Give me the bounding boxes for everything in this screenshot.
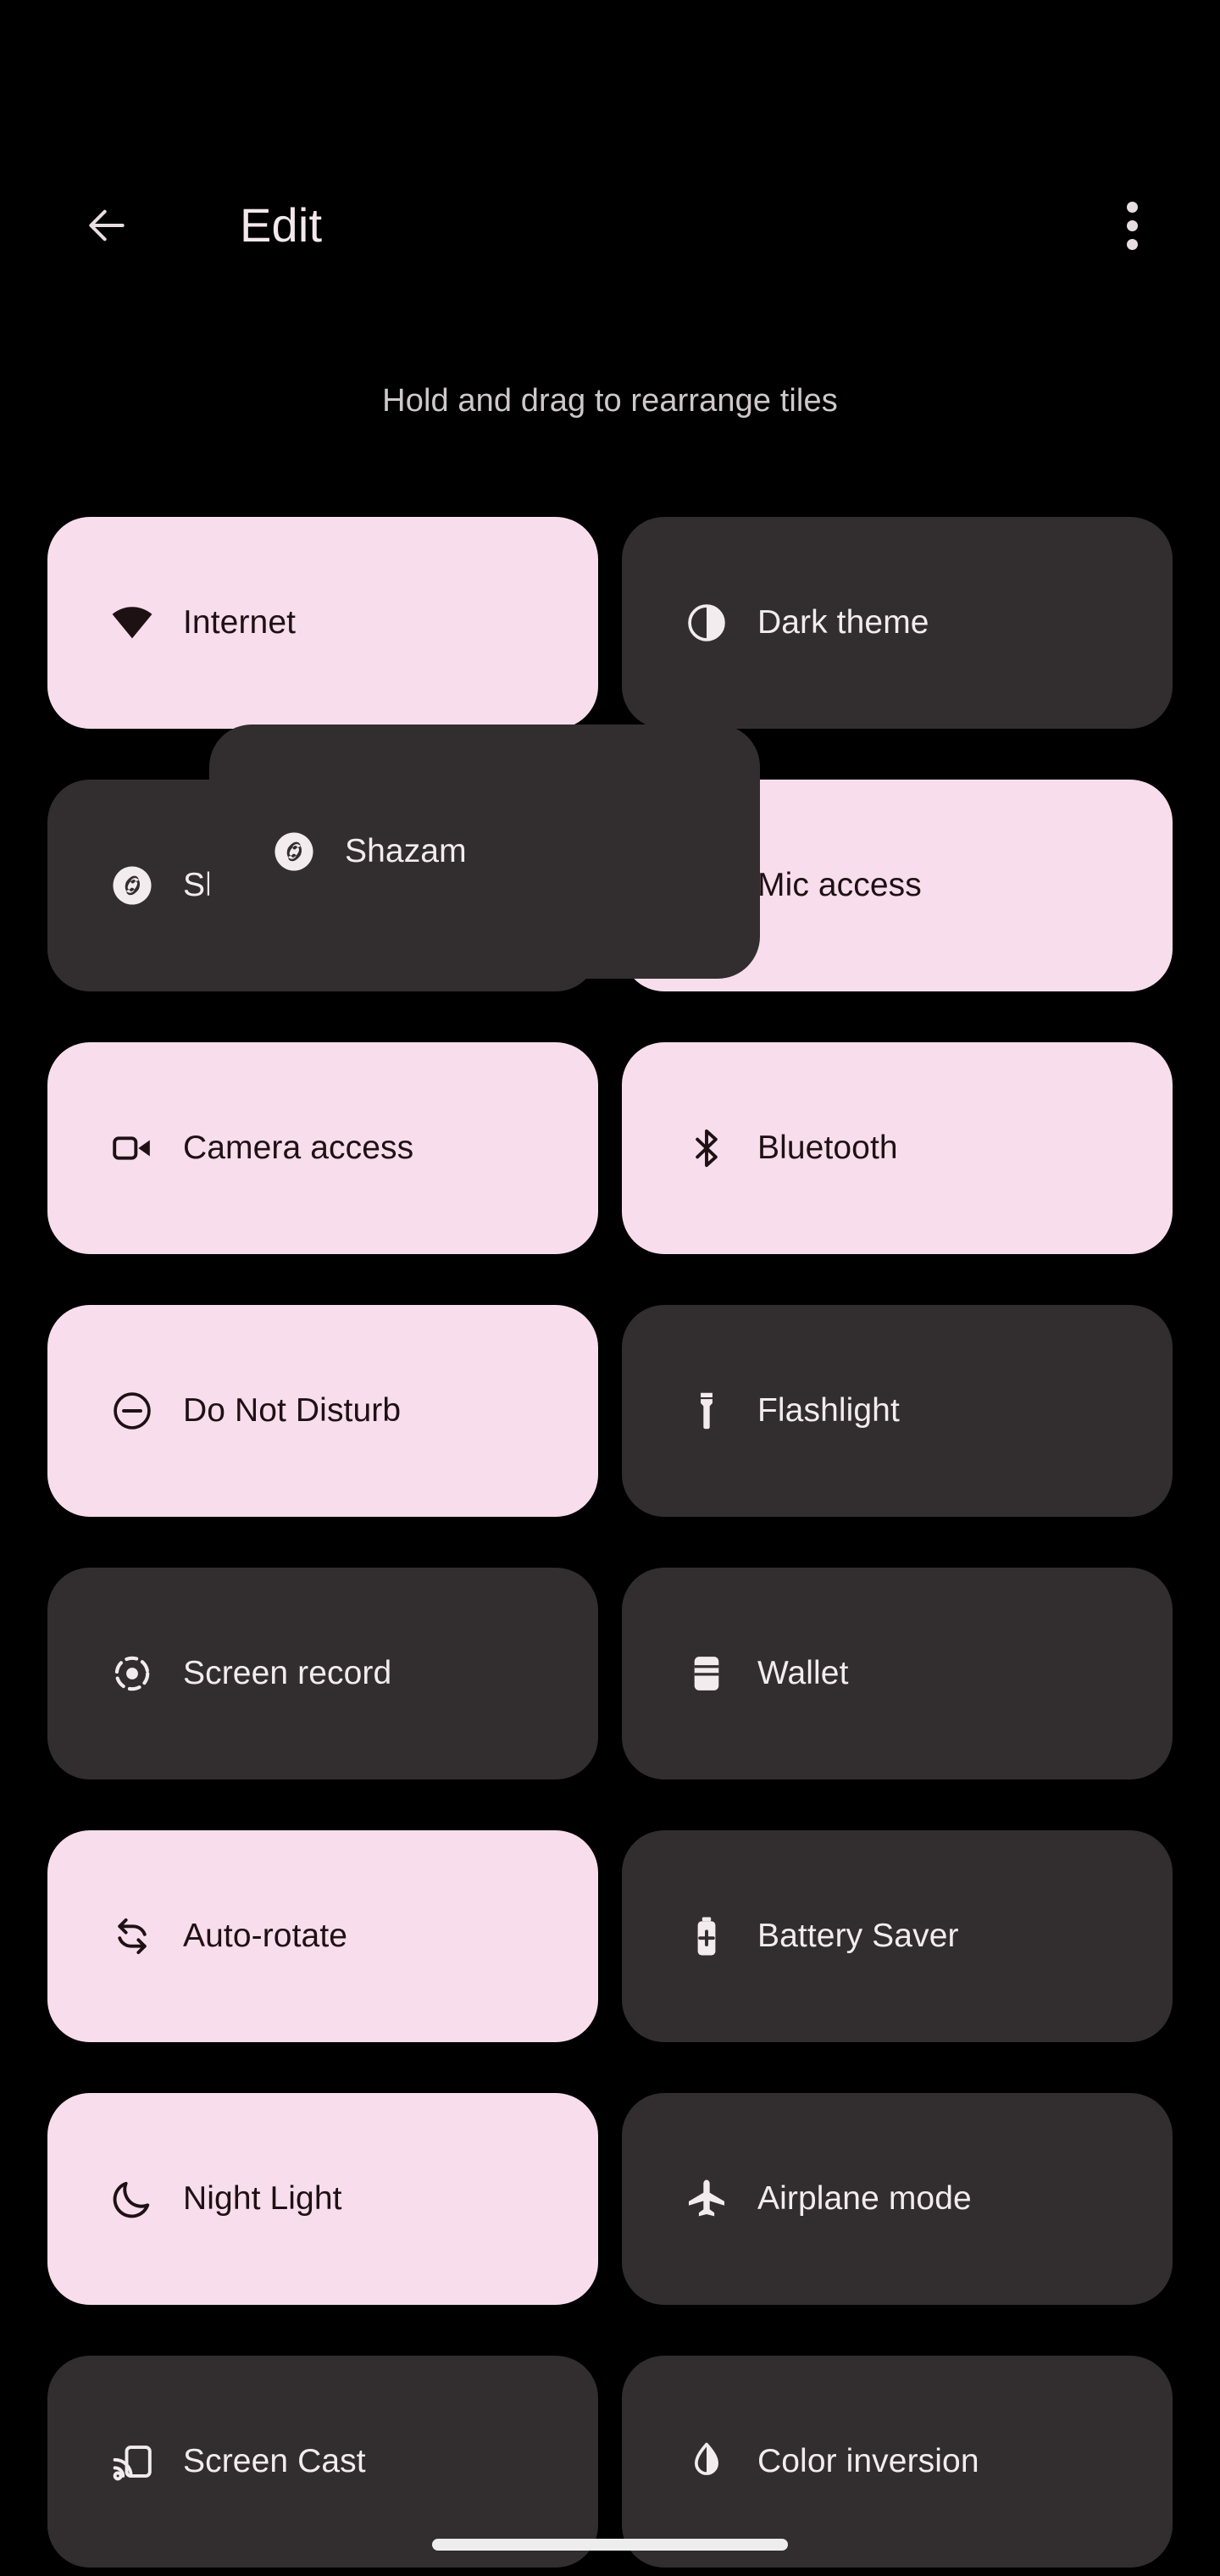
tile-label: Bluetooth [757, 1130, 898, 1166]
tile-label: Screen Cast [183, 2443, 366, 2479]
bluetooth-icon [683, 1124, 730, 1172]
arrow-left-icon [83, 202, 130, 249]
tile-label: Screen record [183, 1655, 392, 1691]
tile-screen-cast[interactable]: Screen Cast [47, 2356, 598, 2568]
tile-dark-theme[interactable]: Dark theme [622, 517, 1173, 729]
tile-label: Battery Saver [757, 1918, 959, 1954]
wifi-icon [108, 599, 156, 647]
tile-bluetooth[interactable]: Bluetooth [622, 1042, 1173, 1254]
back-button[interactable] [68, 186, 146, 264]
tile-battery-saver[interactable]: Battery Saver [622, 1830, 1173, 2042]
page-title: Edit [240, 198, 323, 252]
tile-label: Airplane mode [757, 2180, 972, 2217]
tile-screen-record[interactable]: Screen record [47, 1568, 598, 1779]
dragged-tile-label: Shazam [345, 833, 467, 869]
app-bar: Edit [0, 161, 1220, 288]
night-light-icon [108, 2175, 156, 2223]
tile-camera-access[interactable]: Camera access [47, 1042, 598, 1254]
battery-saver-icon [683, 1913, 730, 1960]
shazam-icon [270, 828, 318, 875]
tile-label: Night Light [183, 2180, 342, 2217]
tile-label: Mic access [757, 867, 922, 903]
tile-label: Wallet [757, 1655, 849, 1691]
home-indicator[interactable] [432, 2539, 788, 2551]
instruction-text: Hold and drag to rearrange tiles [382, 383, 838, 419]
dark-theme-icon [683, 599, 730, 647]
do-not-disturb-icon [108, 1387, 156, 1435]
flashlight-icon [683, 1387, 730, 1435]
screen-cast-icon [108, 2438, 156, 2485]
dragged-tile-shazam[interactable]: Shazam [209, 724, 760, 979]
shazam-icon [108, 862, 156, 909]
tile-label: Auto-rotate [183, 1918, 348, 1954]
more-vertical-icon[interactable] [1093, 186, 1171, 264]
tile-auto-rotate[interactable]: Auto-rotate [47, 1830, 598, 2042]
tile-label: Camera access [183, 1130, 414, 1166]
tile-label: Internet [183, 604, 297, 641]
overflow-dot [1126, 219, 1138, 231]
auto-rotate-icon [108, 1913, 156, 1960]
airplane-icon [683, 2175, 730, 2223]
tile-do-not-disturb[interactable]: Do Not Disturb [47, 1305, 598, 1517]
tile-color-inversion[interactable]: Color inversion [622, 2356, 1173, 2568]
overflow-dot [1126, 238, 1138, 250]
tile-label: Flashlight [757, 1392, 900, 1429]
tile-night-light[interactable]: Night Light [47, 2093, 598, 2305]
tile-label: Do Not Disturb [183, 1392, 402, 1429]
tile-flashlight[interactable]: Flashlight [622, 1305, 1173, 1517]
overflow-dot [1126, 201, 1138, 213]
tile-airplane-mode[interactable]: Airplane mode [622, 2093, 1173, 2305]
color-inversion-icon [683, 2438, 730, 2485]
tile-internet[interactable]: Internet [47, 517, 598, 729]
quick-settings-edit-screen: Edit Hold and drag to rearrange tiles In… [0, 0, 1220, 2576]
tile-label: Color inversion [757, 2443, 979, 2479]
camera-icon [108, 1124, 156, 1172]
tile-label: Dark theme [757, 604, 929, 641]
tile-wallet[interactable]: Wallet [622, 1568, 1173, 1779]
wallet-icon [683, 1650, 730, 1697]
screen-record-icon [108, 1650, 156, 1697]
